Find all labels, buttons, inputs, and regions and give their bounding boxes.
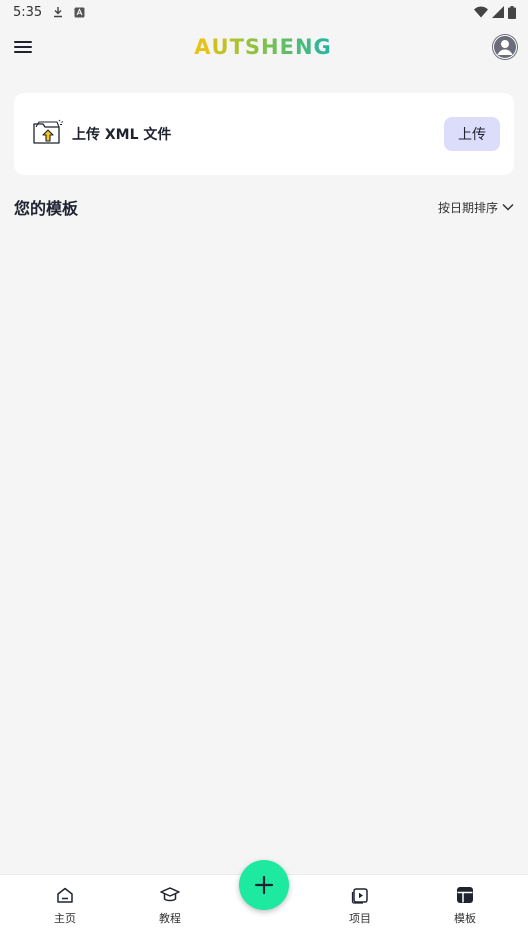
graduation-cap-icon — [160, 887, 180, 902]
upload-xml-label: 上传 XML 文件 — [72, 127, 172, 143]
nav-item-home[interactable]: 主页 — [25, 886, 105, 926]
nav-label-tutorials: 教程 — [159, 912, 181, 925]
upload-button[interactable]: 上传 — [444, 117, 500, 151]
video-project-icon — [351, 888, 368, 904]
download-icon — [52, 6, 64, 18]
home-icon — [57, 887, 73, 903]
logo-first-letter: A — [194, 35, 212, 59]
user-avatar[interactable] — [492, 34, 518, 60]
templates-title: 您的模板 — [14, 199, 79, 218]
nav-label-templates: 模板 — [454, 912, 476, 925]
folder-upload-icon — [32, 118, 64, 150]
nav-item-projects[interactable]: 项目 — [320, 886, 400, 926]
app-header: A UTSHENG — [0, 24, 528, 70]
template-icon — [457, 887, 473, 903]
add-button[interactable] — [239, 860, 289, 910]
user-icon — [493, 35, 517, 59]
battery-icon — [508, 5, 516, 19]
templates-section-header: 您的模板 按日期排序 — [14, 194, 514, 220]
nav-label-home: 主页 — [54, 912, 76, 925]
chevron-down-icon — [502, 203, 514, 211]
app-logo: A UTSHENG — [194, 35, 332, 59]
status-time: 5:35 — [13, 4, 43, 20]
nav-label-projects: 项目 — [349, 912, 371, 925]
notification-app-icon — [74, 7, 85, 18]
menu-button[interactable] — [12, 36, 34, 58]
status-bar: 5:35 — [0, 0, 528, 24]
wifi-icon — [474, 6, 488, 18]
sort-by-date-button[interactable]: 按日期排序 — [438, 199, 514, 216]
signal-icon — [492, 6, 504, 18]
nav-item-templates[interactable]: 模板 — [425, 886, 505, 926]
upload-xml-card: 上传 XML 文件 上传 — [14, 93, 514, 175]
logo-rest: UTSHENG — [211, 35, 332, 59]
sort-label: 按日期排序 — [437, 200, 498, 215]
nav-item-tutorials[interactable]: 教程 — [130, 886, 210, 926]
hamburger-menu-icon — [14, 41, 32, 53]
plus-icon — [254, 875, 274, 895]
